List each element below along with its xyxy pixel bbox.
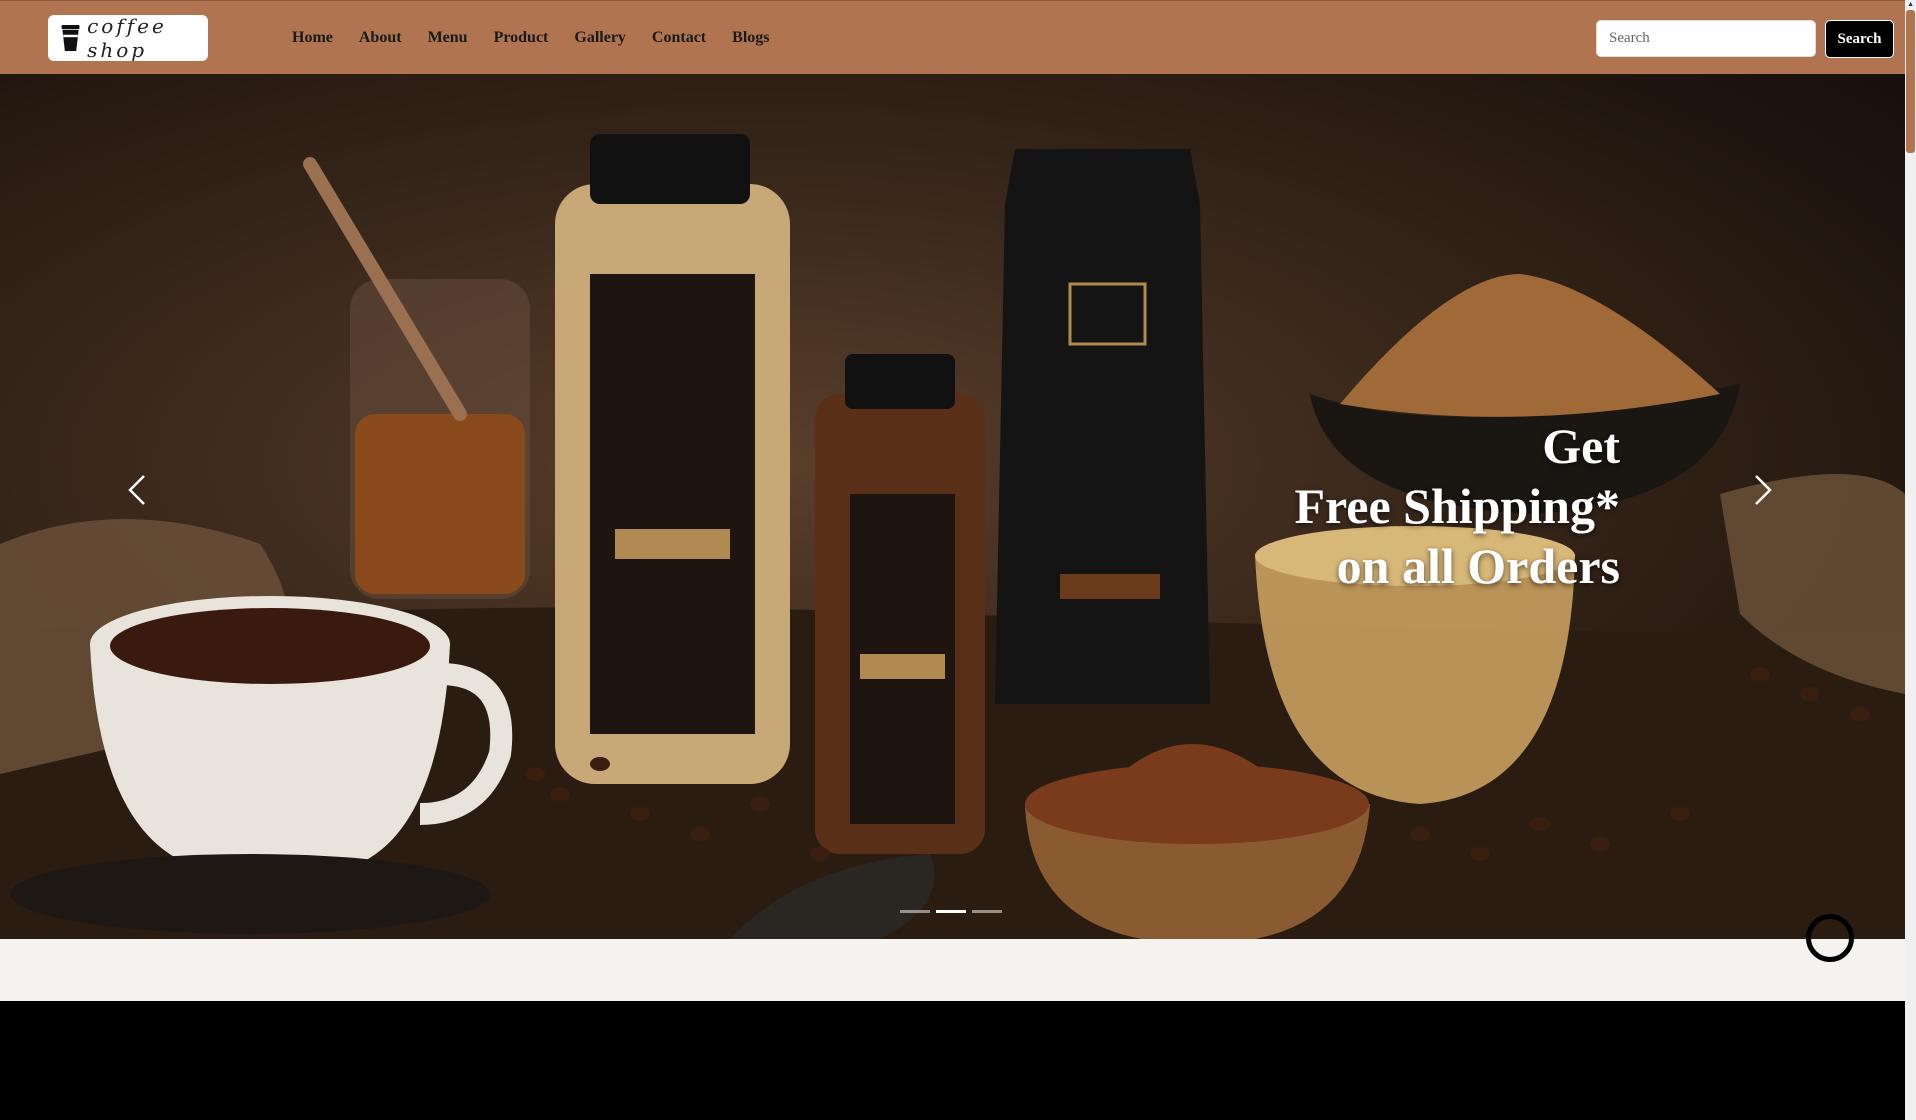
nav-gallery[interactable]: Gallery [574, 29, 626, 47]
hero-carousel: Get Free Shipping* on all Orders [0, 74, 1905, 939]
logo-text: coffee shop [87, 14, 167, 62]
navbar: coffee shop Home About Menu Product Gall… [0, 0, 1905, 74]
scroll-thumb[interactable] [1906, 10, 1915, 153]
chevron-left-icon[interactable] [118, 470, 158, 510]
chevron-right-icon[interactable] [1742, 470, 1782, 510]
nav-contact[interactable]: Contact [652, 29, 706, 47]
hero-caption-line2: Free Shipping* [1294, 478, 1620, 534]
nav-menu-link[interactable]: Menu [428, 29, 468, 47]
brand-logo[interactable]: coffee shop [48, 14, 208, 62]
back-to-top-button[interactable] [1806, 914, 1854, 962]
coffee-cup-icon [61, 25, 80, 51]
nav-home[interactable]: Home [292, 29, 333, 47]
search-input[interactable] [1596, 20, 1816, 57]
nav-blogs[interactable]: Blogs [732, 29, 769, 47]
hero-caption-line1: Get [1542, 418, 1620, 474]
carousel-indicator-3[interactable] [972, 910, 1002, 913]
footer-area [0, 1001, 1905, 1120]
content-strip [0, 939, 1905, 1001]
search-button[interactable]: Search [1825, 20, 1894, 58]
hero-caption: Get Free Shipping* on all Orders [1294, 416, 1620, 596]
page-scrollbar[interactable]: ▲ [1905, 0, 1916, 1120]
carousel-indicators [900, 910, 1008, 913]
hero-caption-line3: on all Orders [1336, 538, 1620, 594]
carousel-indicator-1[interactable] [900, 910, 930, 913]
carousel-indicator-2[interactable] [936, 910, 966, 913]
scroll-up-icon[interactable]: ▲ [1907, 0, 1914, 8]
nav-product[interactable]: Product [494, 29, 549, 47]
nav-about[interactable]: About [359, 29, 402, 47]
nav-menu: Home About Menu Product Gallery Contact … [292, 1, 795, 75]
